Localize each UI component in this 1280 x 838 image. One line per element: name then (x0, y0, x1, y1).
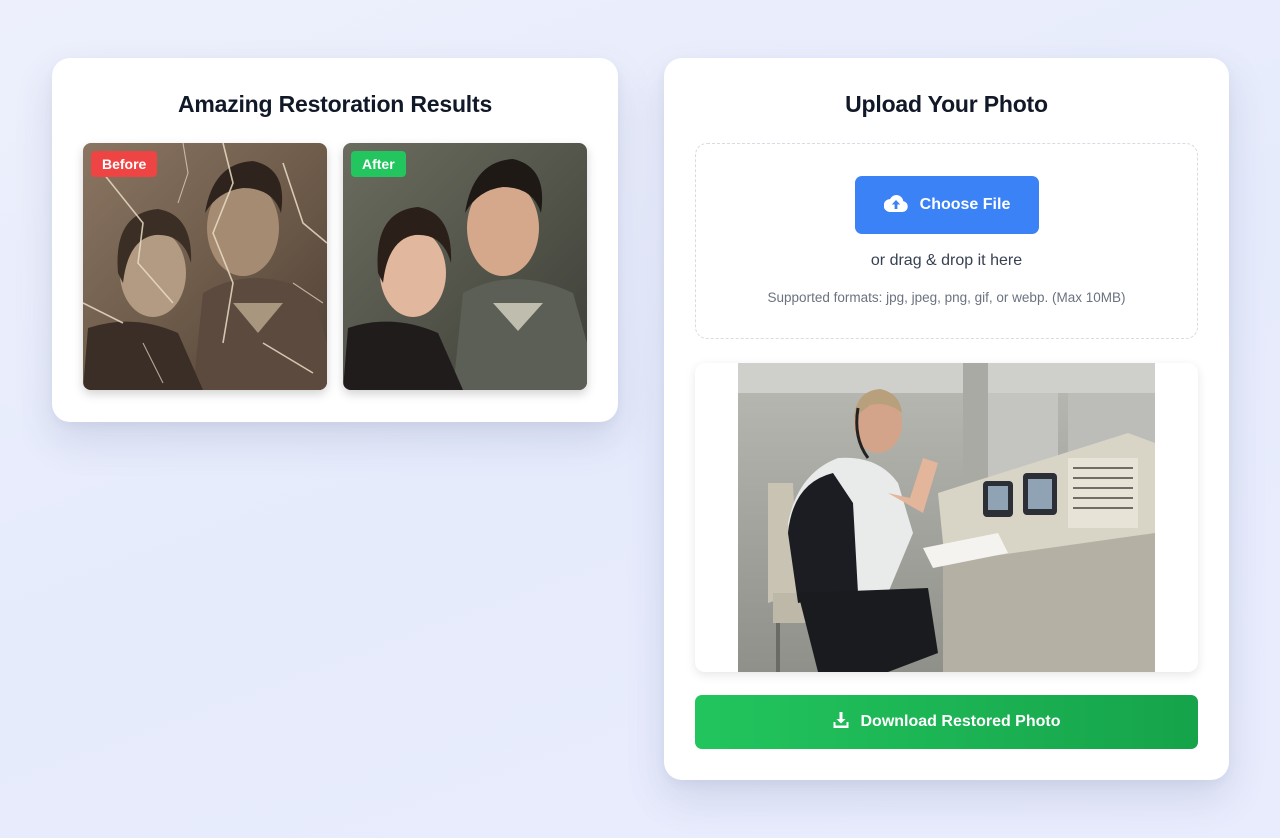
before-badge: Before (91, 151, 158, 177)
preview-container (695, 363, 1198, 672)
download-button[interactable]: Download Restored Photo (695, 695, 1198, 749)
upload-card: Upload Your Photo Choose File or drag & … (664, 58, 1229, 780)
cloud-upload-icon (883, 194, 908, 217)
after-badge: After (351, 151, 406, 177)
before-photo: Before (83, 143, 327, 390)
upload-title: Upload Your Photo (845, 91, 1048, 117)
preview-image (738, 363, 1155, 672)
choose-file-label: Choose File (919, 196, 1011, 213)
download-icon (833, 711, 849, 733)
results-card: Amazing Restoration Results Before After (52, 58, 618, 422)
download-label: Download Restored Photo (860, 713, 1061, 730)
drag-drop-text: or drag & drop it here (870, 252, 1023, 269)
supported-formats-text: Supported formats: jpg, jpeg, png, gif, … (767, 290, 1126, 305)
results-title: Amazing Restoration Results (177, 91, 493, 117)
after-photo: After (343, 143, 587, 390)
choose-file-button[interactable]: Choose File (855, 176, 1039, 234)
dropzone[interactable]: Choose File or drag & drop it here Suppo… (695, 143, 1198, 339)
